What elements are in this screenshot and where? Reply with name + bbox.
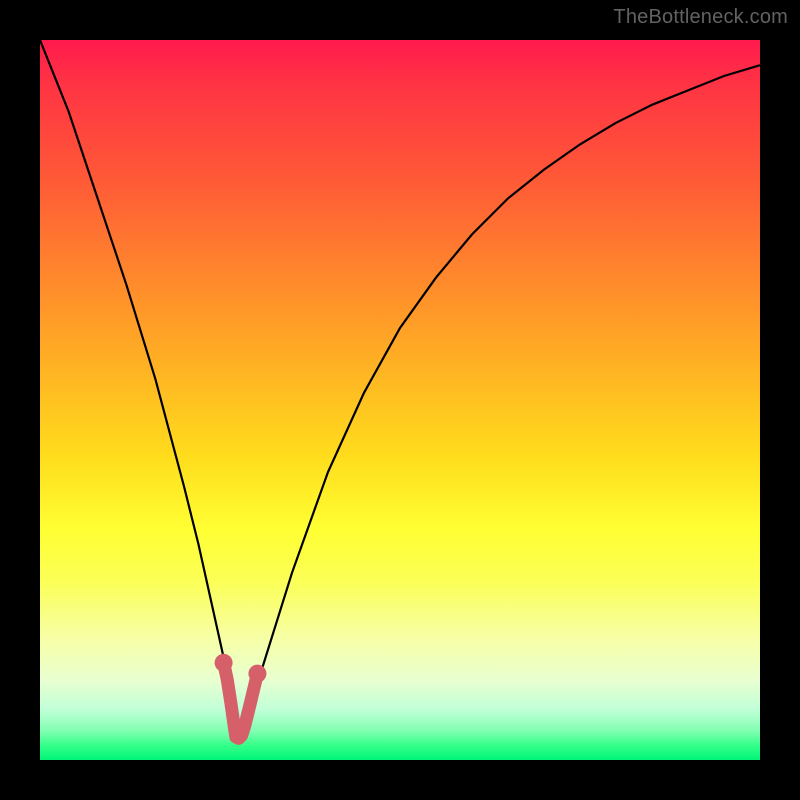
trough-endpoint-dot	[248, 665, 266, 683]
plot-area	[40, 40, 760, 760]
watermark-text: TheBottleneck.com	[613, 6, 788, 29]
trough-endpoint-dot	[215, 654, 233, 672]
chart-svg	[40, 40, 760, 760]
curve-line	[40, 40, 760, 738]
